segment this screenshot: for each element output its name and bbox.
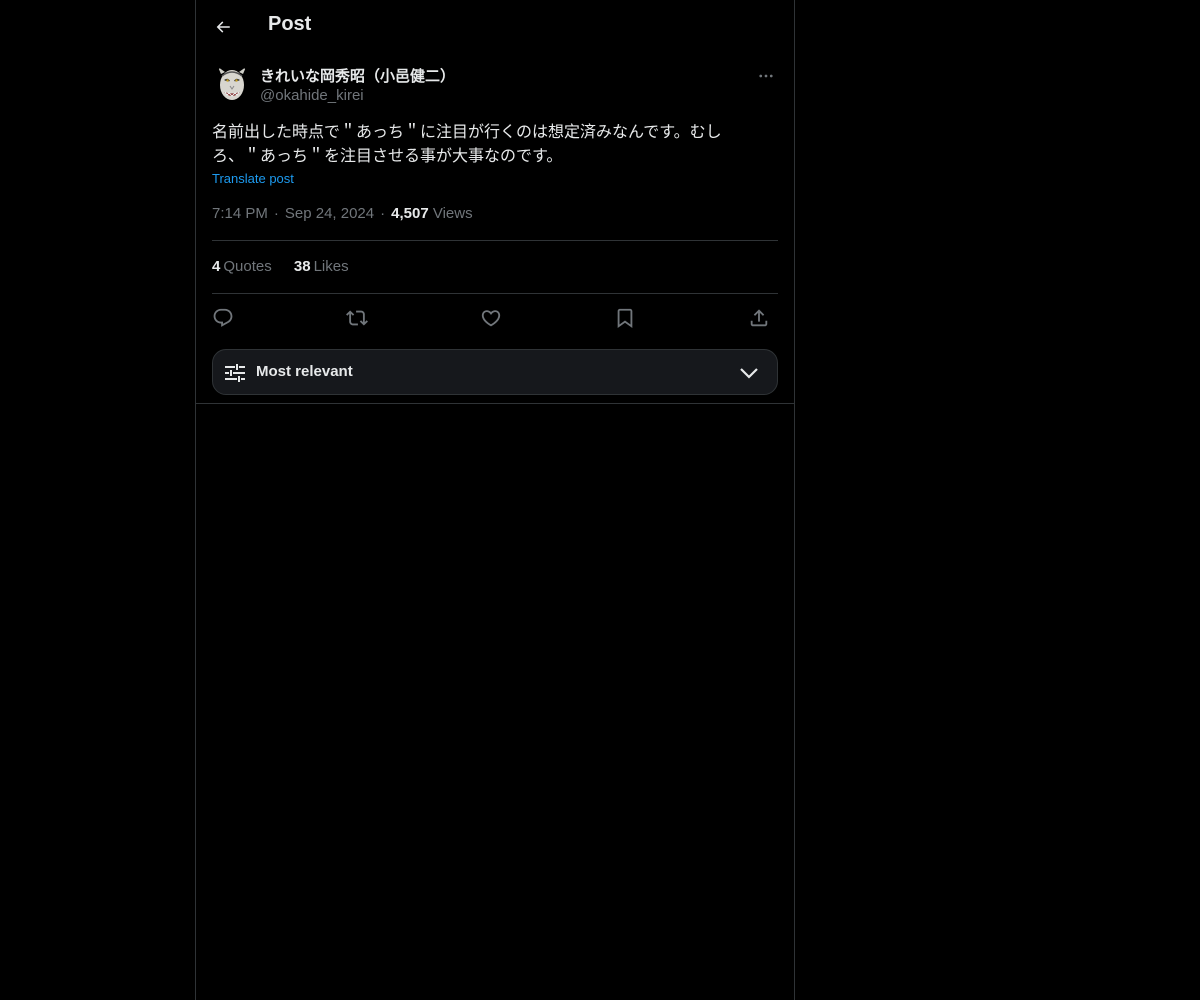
quotes-stat[interactable]: 4 Quotes <box>212 258 272 275</box>
more-dots-icon <box>759 74 773 78</box>
views-label: Views <box>432 205 473 222</box>
section-divider <box>196 403 794 404</box>
post-header: Post <box>196 0 794 54</box>
hannya-mask-avatar <box>212 64 252 104</box>
repost-icon <box>346 310 368 326</box>
likes-stat[interactable]: 38 Likes <box>294 258 349 275</box>
likes-label: Likes <box>313 258 349 275</box>
translate-post-link[interactable]: Translate post <box>212 171 294 186</box>
bookmark-icon <box>617 308 633 329</box>
meta-separator: · <box>273 205 279 222</box>
action-bar <box>212 304 778 332</box>
divider <box>212 293 778 294</box>
sort-replies-dropdown[interactable]: Most relevant <box>212 349 778 395</box>
post-text-line: ろ、＂あっち＂を注目させる事が大事なのです。 <box>212 146 563 165</box>
post-author: きれいな岡秀昭（小邑健二） @okahide_kirei <box>212 62 778 110</box>
more-options-button[interactable] <box>754 64 778 88</box>
likes-count: 38 <box>293 258 311 275</box>
sliders-icon <box>225 364 245 382</box>
reply-button[interactable] <box>208 304 238 332</box>
post-text: 名前出した時点で＂あっち＂に注目が行くのは想定済みなんです。むし ろ、＂あっち＂… <box>212 120 778 168</box>
quotes-label: Quotes <box>223 258 272 275</box>
share-icon <box>750 309 768 327</box>
display-name[interactable]: きれいな岡秀昭（小邑健二） <box>260 65 455 86</box>
avatar[interactable] <box>212 64 252 104</box>
user-handle[interactable]: @okahide_kirei <box>260 87 364 104</box>
post-time[interactable]: 7:14 PM <box>212 205 268 222</box>
like-icon <box>481 310 501 327</box>
sort-label: Most relevant <box>256 363 353 380</box>
share-button[interactable] <box>744 304 774 332</box>
chevron-down-icon <box>740 368 758 379</box>
divider <box>212 240 778 241</box>
like-button[interactable] <box>476 304 506 332</box>
quotes-count: 4 <box>212 258 221 275</box>
repost-button[interactable] <box>342 304 372 332</box>
views-count: 4,507 <box>391 205 429 222</box>
post-stats: 4 Quotes 38 Likes <box>212 258 367 275</box>
post-column: Post きれいな岡秀昭（小邑健二） @okahide_kirei 名前出した時… <box>195 0 795 1000</box>
post-meta: 7:14 PM · Sep 24, 2024 · 4,507 Views <box>212 205 473 222</box>
page-title: Post <box>268 13 312 35</box>
back-button[interactable] <box>206 10 240 44</box>
bookmark-button[interactable] <box>610 304 640 332</box>
post-text-line: 名前出した時点で＂あっち＂に注目が行くのは想定済みなんです。むし <box>212 122 722 141</box>
arrow-left-icon <box>216 21 230 33</box>
meta-separator: · <box>380 205 386 222</box>
post-date[interactable]: Sep 24, 2024 <box>285 205 374 222</box>
reply-icon <box>213 308 233 327</box>
